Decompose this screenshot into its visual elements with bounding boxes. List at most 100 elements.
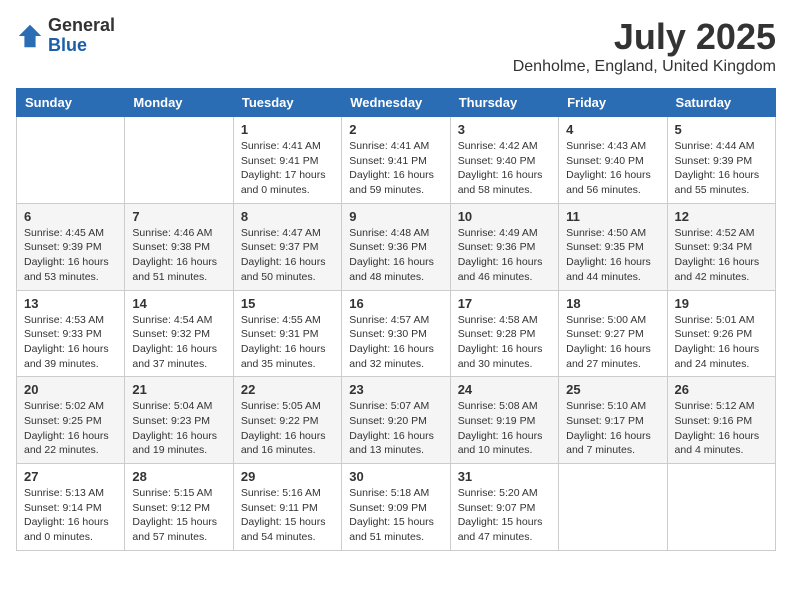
day-info: Sunrise: 4:41 AMSunset: 9:41 PMDaylight:… xyxy=(241,139,334,198)
day-number: 15 xyxy=(241,296,334,311)
day-number: 31 xyxy=(458,469,551,484)
calendar-table: SundayMondayTuesdayWednesdayThursdayFrid… xyxy=(16,88,776,551)
calendar-week-row: 13Sunrise: 4:53 AMSunset: 9:33 PMDayligh… xyxy=(17,290,776,377)
day-info: Sunrise: 4:41 AMSunset: 9:41 PMDaylight:… xyxy=(349,139,442,198)
calendar-cell: 26 Sunrise: 5:12 AMSunset: 9:16 PMDayligh… xyxy=(667,377,775,464)
day-info: Sunrise: 5:10 AMSunset: 9:17 PMDaylight:… xyxy=(566,399,659,458)
day-number: 1 xyxy=(241,122,334,137)
calendar-week-row: 1 Sunrise: 4:41 AMSunset: 9:41 PMDaylight… xyxy=(17,117,776,204)
calendar-cell: 13Sunrise: 4:53 AMSunset: 9:33 PMDayligh… xyxy=(17,290,125,377)
logo-blue: Blue xyxy=(48,36,115,56)
weekday-header: Sunday xyxy=(17,89,125,117)
day-number: 21 xyxy=(132,382,225,397)
day-number: 4 xyxy=(566,122,659,137)
day-number: 24 xyxy=(458,382,551,397)
subtitle: Denholme, England, United Kingdom xyxy=(513,58,776,76)
day-info: Sunrise: 4:52 AMSunset: 9:34 PMDaylight:… xyxy=(675,226,768,285)
calendar-cell: 20Sunrise: 5:02 AMSunset: 9:25 PMDayligh… xyxy=(17,377,125,464)
calendar-cell: 5Sunrise: 4:44 AMSunset: 9:39 PMDaylight… xyxy=(667,117,775,204)
day-number: 23 xyxy=(349,382,442,397)
day-info: Sunrise: 5:08 AMSunset: 9:19 PMDaylight:… xyxy=(458,399,551,458)
day-info: Sunrise: 5:18 AMSunset: 9:09 PMDaylight:… xyxy=(349,486,442,545)
calendar-cell xyxy=(667,464,775,551)
calendar-cell: 14 Sunrise: 4:54 AMSunset: 9:32 PMDayligh… xyxy=(125,290,233,377)
calendar-cell: 8Sunrise: 4:47 AMSunset: 9:37 PMDaylight… xyxy=(233,203,341,290)
calendar-cell: 21 Sunrise: 5:04 AMSunset: 9:23 PMDayligh… xyxy=(125,377,233,464)
weekday-header: Thursday xyxy=(450,89,558,117)
calendar-cell: 1 Sunrise: 4:41 AMSunset: 9:41 PMDaylight… xyxy=(233,117,341,204)
day-number: 10 xyxy=(458,209,551,224)
day-number: 14 xyxy=(132,296,225,311)
calendar-cell xyxy=(559,464,667,551)
day-number: 2 xyxy=(349,122,442,137)
day-info: Sunrise: 4:45 AMSunset: 9:39 PMDaylight:… xyxy=(24,226,117,285)
day-number: 17 xyxy=(458,296,551,311)
day-number: 8 xyxy=(241,209,334,224)
day-info: Sunrise: 5:13 AMSunset: 9:14 PMDaylight:… xyxy=(24,486,117,545)
day-info: Sunrise: 5:05 AMSunset: 9:22 PMDaylight:… xyxy=(241,399,334,458)
calendar-cell: 28 Sunrise: 5:15 AMSunset: 9:12 PMDayligh… xyxy=(125,464,233,551)
day-info: Sunrise: 5:15 AMSunset: 9:12 PMDaylight:… xyxy=(132,486,225,545)
title-section: July 2025 Denholme, England, United King… xyxy=(513,16,776,76)
calendar-cell: 18 Sunrise: 5:00 AMSunset: 9:27 PMDayligh… xyxy=(559,290,667,377)
calendar-header-row: SundayMondayTuesdayWednesdayThursdayFrid… xyxy=(17,89,776,117)
day-info: Sunrise: 5:20 AMSunset: 9:07 PMDaylight:… xyxy=(458,486,551,545)
day-info: Sunrise: 4:53 AMSunset: 9:33 PMDaylight:… xyxy=(24,313,117,372)
day-number: 18 xyxy=(566,296,659,311)
page-header: General Blue July 2025 Denholme, England… xyxy=(16,16,776,76)
day-info: Sunrise: 4:54 AMSunset: 9:32 PMDaylight:… xyxy=(132,313,225,372)
day-number: 19 xyxy=(675,296,768,311)
day-info: Sunrise: 4:50 AMSunset: 9:35 PMDaylight:… xyxy=(566,226,659,285)
day-info: Sunrise: 4:49 AMSunset: 9:36 PMDaylight:… xyxy=(458,226,551,285)
day-number: 5 xyxy=(675,122,768,137)
calendar-cell: 27 Sunrise: 5:13 AMSunset: 9:14 PMDayligh… xyxy=(17,464,125,551)
calendar-cell: 11 Sunrise: 4:50 AMSunset: 9:35 PMDayligh… xyxy=(559,203,667,290)
calendar-cell: 17 Sunrise: 4:58 AMSunset: 9:28 PMDayligh… xyxy=(450,290,558,377)
day-number: 30 xyxy=(349,469,442,484)
calendar-cell: 25Sunrise: 5:10 AMSunset: 9:17 PMDayligh… xyxy=(559,377,667,464)
calendar-cell: 22Sunrise: 5:05 AMSunset: 9:22 PMDayligh… xyxy=(233,377,341,464)
day-number: 12 xyxy=(675,209,768,224)
calendar-cell: 29 Sunrise: 5:16 AMSunset: 9:11 PMDayligh… xyxy=(233,464,341,551)
weekday-header: Monday xyxy=(125,89,233,117)
calendar-cell: 19 Sunrise: 5:01 AMSunset: 9:26 PMDayligh… xyxy=(667,290,775,377)
calendar-cell: 30 Sunrise: 5:18 AMSunset: 9:09 PMDayligh… xyxy=(342,464,450,551)
calendar-cell: 16 Sunrise: 4:57 AMSunset: 9:30 PMDayligh… xyxy=(342,290,450,377)
day-info: Sunrise: 5:07 AMSunset: 9:20 PMDaylight:… xyxy=(349,399,442,458)
day-info: Sunrise: 4:57 AMSunset: 9:30 PMDaylight:… xyxy=(349,313,442,372)
day-info: Sunrise: 5:02 AMSunset: 9:25 PMDaylight:… xyxy=(24,399,117,458)
day-info: Sunrise: 5:01 AMSunset: 9:26 PMDaylight:… xyxy=(675,313,768,372)
calendar-cell: 4Sunrise: 4:43 AMSunset: 9:40 PMDaylight… xyxy=(559,117,667,204)
logo-text: General Blue xyxy=(48,16,115,56)
day-info: Sunrise: 4:46 AMSunset: 9:38 PMDaylight:… xyxy=(132,226,225,285)
day-info: Sunrise: 5:04 AMSunset: 9:23 PMDaylight:… xyxy=(132,399,225,458)
day-number: 11 xyxy=(566,209,659,224)
day-info: Sunrise: 5:12 AMSunset: 9:16 PMDaylight:… xyxy=(675,399,768,458)
calendar-week-row: 20Sunrise: 5:02 AMSunset: 9:25 PMDayligh… xyxy=(17,377,776,464)
weekday-header: Wednesday xyxy=(342,89,450,117)
weekday-header: Saturday xyxy=(667,89,775,117)
day-info: Sunrise: 4:48 AMSunset: 9:36 PMDaylight:… xyxy=(349,226,442,285)
calendar-cell xyxy=(17,117,125,204)
day-number: 29 xyxy=(241,469,334,484)
logo: General Blue xyxy=(16,16,115,56)
day-info: Sunrise: 5:00 AMSunset: 9:27 PMDaylight:… xyxy=(566,313,659,372)
day-number: 26 xyxy=(675,382,768,397)
calendar-cell: 10 Sunrise: 4:49 AMSunset: 9:36 PMDayligh… xyxy=(450,203,558,290)
logo-icon xyxy=(16,22,44,50)
calendar-cell: 31 Sunrise: 5:20 AMSunset: 9:07 PMDayligh… xyxy=(450,464,558,551)
calendar-cell: 23 Sunrise: 5:07 AMSunset: 9:20 PMDayligh… xyxy=(342,377,450,464)
day-info: Sunrise: 4:42 AMSunset: 9:40 PMDaylight:… xyxy=(458,139,551,198)
logo-general: General xyxy=(48,16,115,36)
day-number: 9 xyxy=(349,209,442,224)
day-info: Sunrise: 4:58 AMSunset: 9:28 PMDaylight:… xyxy=(458,313,551,372)
day-number: 16 xyxy=(349,296,442,311)
day-number: 27 xyxy=(24,469,117,484)
calendar-week-row: 27 Sunrise: 5:13 AMSunset: 9:14 PMDayligh… xyxy=(17,464,776,551)
calendar-cell: 2 Sunrise: 4:41 AMSunset: 9:41 PMDaylight… xyxy=(342,117,450,204)
day-number: 28 xyxy=(132,469,225,484)
calendar-cell: 6Sunrise: 4:45 AMSunset: 9:39 PMDaylight… xyxy=(17,203,125,290)
day-info: Sunrise: 5:16 AMSunset: 9:11 PMDaylight:… xyxy=(241,486,334,545)
calendar-week-row: 6Sunrise: 4:45 AMSunset: 9:39 PMDaylight… xyxy=(17,203,776,290)
calendar-cell: 7Sunrise: 4:46 AMSunset: 9:38 PMDaylight… xyxy=(125,203,233,290)
